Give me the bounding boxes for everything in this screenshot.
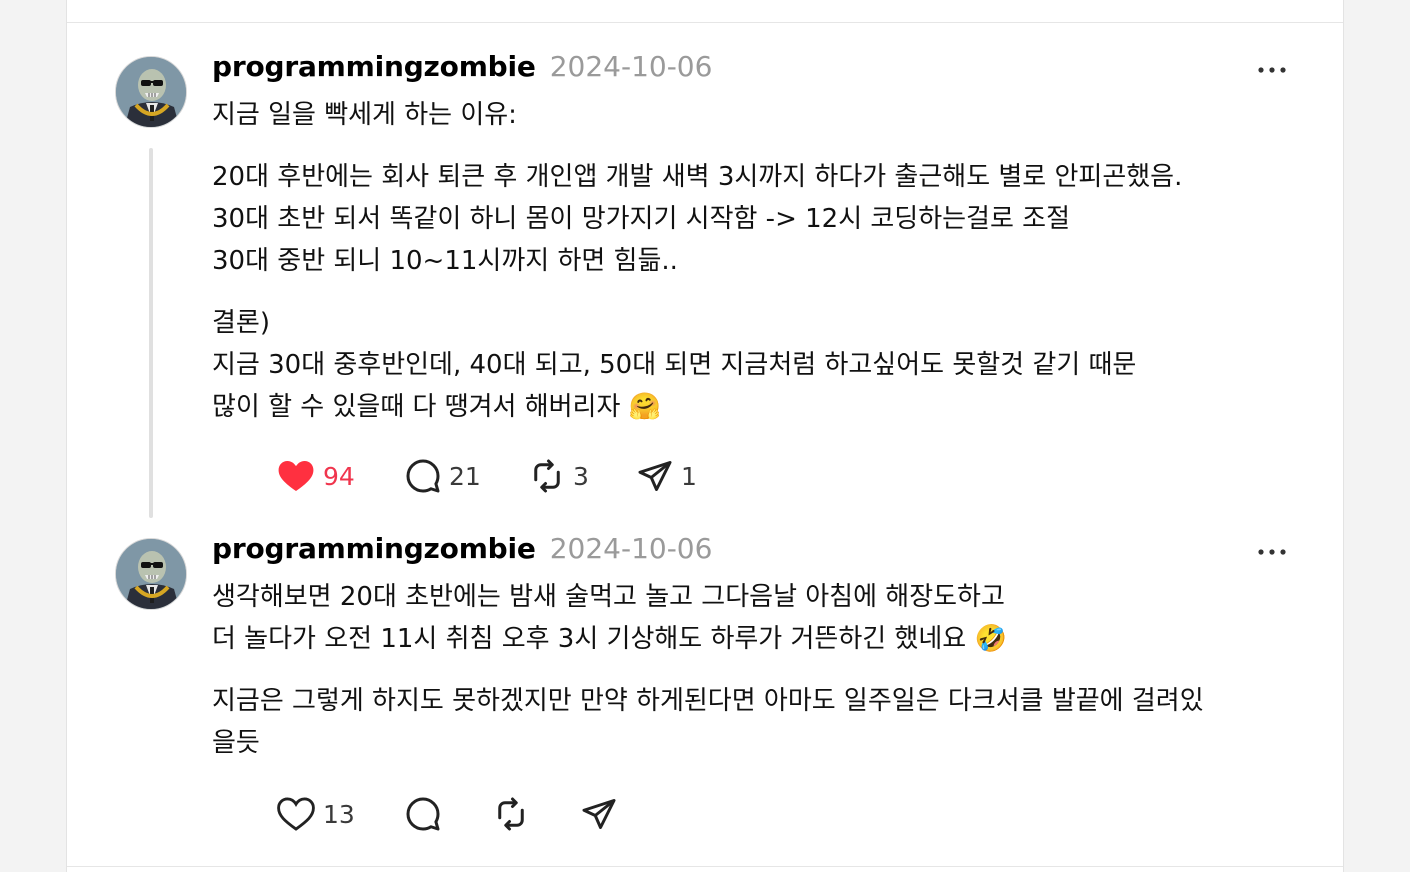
more-dots-icon[interactable] <box>1255 534 1289 564</box>
share-button[interactable] <box>581 796 641 832</box>
heart-outline-icon <box>277 797 315 831</box>
post-header: programmingzombie 2024-10-06 <box>212 532 1289 572</box>
like-button[interactable]: 13 <box>277 796 405 832</box>
like-button[interactable]: 94 <box>277 458 405 494</box>
send-icon <box>582 799 616 829</box>
like-count: 94 <box>323 461 355 491</box>
thread-card: programmingzombie 2024-10-06 지금 일을 빡세게 하… <box>66 0 1344 872</box>
avatar[interactable] <box>115 538 187 610</box>
post-text-line: 지금 일을 빡세게 하는 이유: <box>212 100 517 130</box>
post-date: 2024-10-06 <box>549 532 713 565</box>
comment-button[interactable] <box>405 796 493 832</box>
like-count: 13 <box>323 799 355 829</box>
post-header: programmingzombie 2024-10-06 <box>212 50 1289 90</box>
more-dots-icon[interactable] <box>1255 52 1289 82</box>
repost-button[interactable] <box>493 796 581 832</box>
thread-line <box>149 148 153 518</box>
post-text-paragraph: 결론) 지금 30대 중후반인데, 40대 되고, 50대 되면 지금처럼 하고… <box>212 308 1137 422</box>
bottom-divider <box>67 866 1343 867</box>
share-count: 1 <box>681 461 697 491</box>
share-button[interactable]: 1 <box>637 458 717 494</box>
zombie-avatar-icon <box>116 539 186 609</box>
post-actions: 13 <box>277 796 641 832</box>
post-text-paragraph: 생각해보면 20대 초반에는 밤새 술먹고 놀고 그다음날 아침에 해장도하고 … <box>212 582 1007 654</box>
comment-button[interactable]: 21 <box>405 458 529 494</box>
top-divider <box>67 22 1343 23</box>
repost-count: 3 <box>573 461 589 491</box>
username[interactable]: programmingzombie <box>212 532 536 565</box>
send-icon <box>638 461 672 491</box>
post-actions: 94 21 3 1 <box>277 458 717 494</box>
heart-filled-icon <box>278 460 314 492</box>
post-content: programmingzombie 2024-10-06 지금 일을 빡세게 하… <box>212 50 1289 428</box>
post-date: 2024-10-06 <box>549 50 713 83</box>
repost-icon <box>534 459 560 493</box>
repost-icon <box>498 797 524 831</box>
comment-count: 21 <box>449 461 481 491</box>
repost-button[interactable]: 3 <box>529 458 637 494</box>
post-text-paragraph: 지금은 그렇게 하지도 못하겠지만 만약 하게된다면 아마도 일주일은 다크서클… <box>212 686 1204 758</box>
comment-bubble-icon <box>406 459 440 493</box>
post-text-paragraph: 20대 후반에는 회사 퇴큰 후 개인앱 개발 새벽 3시까지 하다가 출근해도… <box>212 162 1183 276</box>
avatar[interactable] <box>115 56 187 128</box>
comment-bubble-icon <box>406 797 440 831</box>
username[interactable]: programmingzombie <box>212 50 536 83</box>
post-content: programmingzombie 2024-10-06 생각해보면 20대 초… <box>212 532 1289 764</box>
zombie-avatar-icon <box>116 57 186 127</box>
